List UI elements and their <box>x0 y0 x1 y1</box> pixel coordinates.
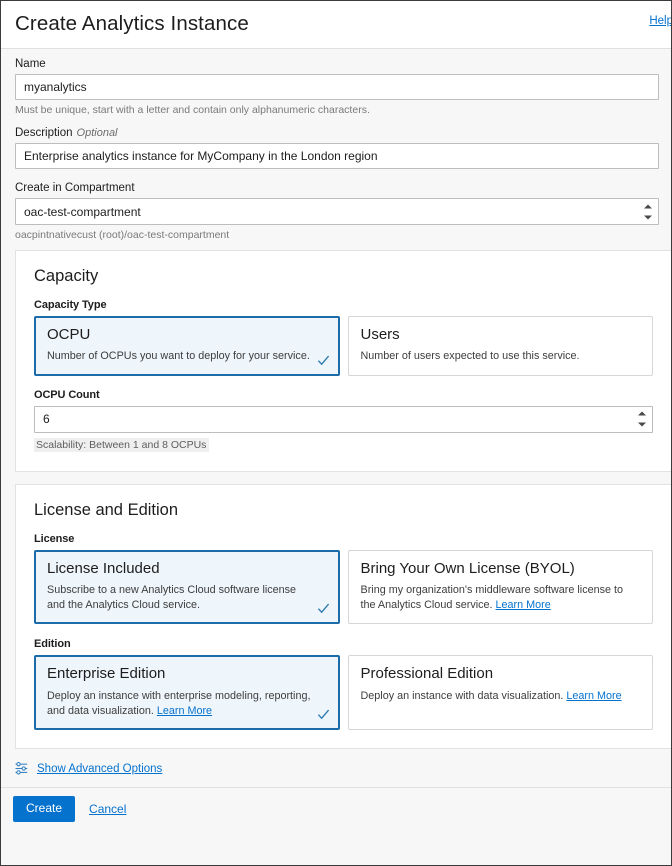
edition-label: Edition <box>34 638 653 650</box>
tune-sliders-icon <box>15 762 29 775</box>
ocpu-count-label: OCPU Count <box>34 389 653 401</box>
create-button[interactable]: Create <box>13 796 75 821</box>
name-label: Name <box>15 58 659 70</box>
check-icon <box>317 354 330 367</box>
edition-option-enterprise-title: Enterprise Edition <box>47 665 327 682</box>
stepper-updown-icon[interactable] <box>637 412 646 427</box>
ocpu-count-field: OCPU Count 6 Scalability: Between 1 and … <box>34 389 653 453</box>
description-input[interactable] <box>15 143 659 169</box>
compartment-path-hint: oacpintnativecust (root)/oac-test-compar… <box>15 229 659 241</box>
capacity-option-users-title: Users <box>361 326 641 343</box>
edition-option-professional-desc: Deploy an instance with data visualizati… <box>361 689 641 704</box>
license-edition-panel: License and Edition License License Incl… <box>15 484 671 750</box>
edition-option-professional-desc-text: Deploy an instance with data visualizati… <box>361 690 564 702</box>
name-input[interactable] <box>15 74 659 100</box>
compartment-select[interactable]: oac-test-compartment <box>15 198 659 225</box>
dialog-footer: Create Cancel <box>1 788 671 831</box>
capacity-panel: Capacity Capacity Type OCPU Number of OC… <box>15 250 671 472</box>
edition-cards: Enterprise Edition Deploy an instance wi… <box>34 655 653 730</box>
check-icon <box>317 602 330 615</box>
scalability-hint: Scalability: Between 1 and 8 OCPUs <box>34 438 209 452</box>
license-option-byol[interactable]: Bring Your Own License (BYOL) Bring my o… <box>348 550 654 625</box>
capacity-type-cards: OCPU Number of OCPUs you want to deploy … <box>34 316 653 376</box>
check-icon <box>317 708 330 721</box>
license-label: License <box>34 533 653 545</box>
cancel-button[interactable]: Cancel <box>89 802 126 816</box>
edition-option-professional[interactable]: Professional Edition Deploy an instance … <box>348 655 654 730</box>
license-option-included-title: License Included <box>47 560 327 577</box>
name-hint: Must be unique, start with a letter and … <box>15 104 659 116</box>
license-option-included-desc-text: Subscribe to a new Analytics Cloud softw… <box>47 584 296 611</box>
capacity-option-ocpu[interactable]: OCPU Number of OCPUs you want to deploy … <box>34 316 340 376</box>
page-title: Create Analytics Instance <box>15 14 249 35</box>
compartment-label: Create in Compartment <box>15 182 659 194</box>
license-option-byol-desc-text: Bring my organization's middleware softw… <box>361 584 624 611</box>
compartment-select-wrapper[interactable]: oac-test-compartment <box>15 198 659 225</box>
license-byol-learn-more-link[interactable]: Learn More <box>496 599 551 611</box>
chevron-updown-icon[interactable] <box>643 204 652 219</box>
edition-option-enterprise-desc: Deploy an instance with enterprise model… <box>47 689 327 720</box>
edition-professional-learn-more-link[interactable]: Learn More <box>566 690 621 702</box>
capacity-type-label: Capacity Type <box>34 299 653 311</box>
license-option-byol-desc: Bring my organization's middleware softw… <box>361 583 641 614</box>
capacity-option-users[interactable]: Users Number of users expected to use th… <box>348 316 654 376</box>
show-advanced-options-link[interactable]: Show Advanced Options <box>37 763 162 775</box>
edition-option-professional-title: Professional Edition <box>361 665 641 682</box>
dialog-header: Create Analytics Instance Help <box>1 1 671 49</box>
license-option-included-desc: Subscribe to a new Analytics Cloud softw… <box>47 583 327 614</box>
description-label: Description Optional <box>15 127 659 139</box>
show-advanced-options-row[interactable]: Show Advanced Options <box>1 749 671 788</box>
license-option-included[interactable]: License Included Subscribe to a new Anal… <box>34 550 340 625</box>
capacity-option-users-desc: Number of users expected to use this ser… <box>361 349 641 364</box>
capacity-option-ocpu-title: OCPU <box>47 326 327 343</box>
license-cards: License Included Subscribe to a new Anal… <box>34 550 653 625</box>
description-optional-tag: Optional <box>77 127 118 139</box>
help-link[interactable]: Help <box>649 15 672 27</box>
edition-option-enterprise[interactable]: Enterprise Edition Deploy an instance wi… <box>34 655 340 730</box>
license-option-byol-title: Bring Your Own License (BYOL) <box>361 560 641 577</box>
top-form-section: Name Must be unique, start with a letter… <box>1 49 671 250</box>
capacity-option-ocpu-desc: Number of OCPUs you want to deploy for y… <box>47 349 327 364</box>
capacity-section-title: Capacity <box>34 267 653 286</box>
ocpu-count-input[interactable]: 6 <box>34 406 653 433</box>
edition-enterprise-learn-more-link[interactable]: Learn More <box>157 705 212 717</box>
ocpu-count-wrapper[interactable]: 6 <box>34 406 653 433</box>
license-edition-section-title: License and Edition <box>34 501 653 520</box>
description-label-text: Description <box>15 127 73 139</box>
create-analytics-instance-dialog: Create Analytics Instance Help Name Must… <box>0 0 672 866</box>
